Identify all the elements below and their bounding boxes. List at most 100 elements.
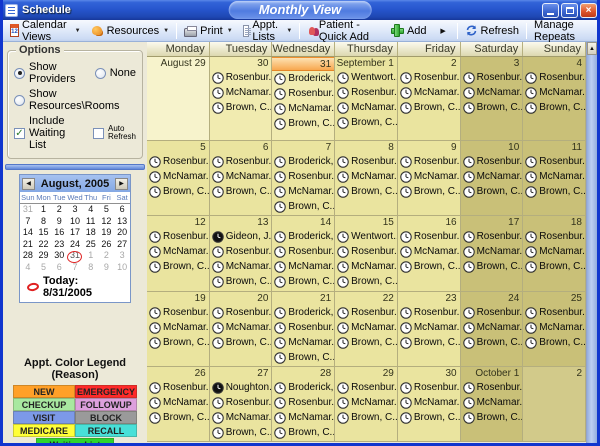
appointment[interactable]: McNamar... xyxy=(210,259,272,274)
appointment[interactable]: Broderick,... xyxy=(272,229,334,244)
appointment[interactable]: Rosenbur... xyxy=(272,169,334,184)
day-cell[interactable]: 25Rosenbur...McNamar...Brown, C... xyxy=(523,292,586,367)
appointment[interactable]: Rosenbur... xyxy=(335,244,397,259)
appointment[interactable]: McNamar... xyxy=(272,410,334,425)
appointment[interactable]: Rosenbur... xyxy=(272,395,334,410)
radio-show-providers[interactable]: Show Providers xyxy=(14,61,81,85)
mini-cal-day[interactable]: 18 xyxy=(83,227,99,239)
appointment[interactable]: Brown, C... xyxy=(272,274,334,289)
appointment[interactable]: Brown, C... xyxy=(335,115,397,130)
minimize-button[interactable] xyxy=(542,3,559,18)
mini-cal-day[interactable]: 3 xyxy=(114,250,130,262)
day-cell[interactable]: 7Broderick,...Rosenbur...McNamar...Brown… xyxy=(272,141,335,216)
appointment[interactable]: Rosenbur... xyxy=(335,380,397,395)
appointment[interactable]: Brown, C... xyxy=(272,425,334,440)
mini-cal-day[interactable]: 1 xyxy=(36,204,52,216)
mini-cal-day[interactable]: 13 xyxy=(114,216,130,228)
mini-cal-day[interactable]: 10 xyxy=(67,216,83,228)
appointment[interactable]: Rosenbur... xyxy=(461,305,523,320)
scroll-up-button[interactable]: ▲ xyxy=(587,42,597,55)
mini-cal-day[interactable]: 15 xyxy=(36,227,52,239)
appointment[interactable]: Rosenbur... xyxy=(398,70,460,85)
day-cell[interactable]: 12Rosenbur...McNamar...Brown, C... xyxy=(147,216,210,292)
appointment[interactable]: Wentwort... xyxy=(335,229,397,244)
mini-cal-day[interactable]: 27 xyxy=(114,239,130,251)
day-cell[interactable]: September 1Wentwort...Rosenbur...McNamar… xyxy=(335,57,398,141)
appointment[interactable]: Broderick,... xyxy=(272,380,334,395)
appointment[interactable]: McNamar... xyxy=(335,169,397,184)
appointment[interactable]: Broderick,... xyxy=(272,71,334,86)
appointment[interactable]: Rosenbur... xyxy=(272,86,334,101)
mini-cal-day[interactable]: 31 xyxy=(67,250,83,262)
refresh-button[interactable]: Refresh xyxy=(460,22,525,39)
appointment[interactable]: Brown, C... xyxy=(461,335,523,350)
day-cell[interactable]: 16Rosenbur...McNamar...Brown, C... xyxy=(398,216,461,292)
appointment[interactable]: McNamar... xyxy=(461,244,523,259)
day-cell[interactable]: 8Rosenbur...McNamar...Brown, C... xyxy=(335,141,398,216)
radio-show-resources-rooms[interactable]: Show Resources\Rooms xyxy=(14,88,136,112)
appointment[interactable]: Rosenbur... xyxy=(272,244,334,259)
calendar-views-button[interactable]: 12Calendar Views▼ xyxy=(5,17,86,45)
print-button[interactable]: Print▼ xyxy=(179,23,238,39)
appointment[interactable]: Rosenbur... xyxy=(147,380,209,395)
appointment[interactable]: McNamar... xyxy=(272,184,334,199)
appointment[interactable]: Rosenbur... xyxy=(147,154,209,169)
mini-cal-day[interactable]: 31 xyxy=(20,204,36,216)
manage-repeats-button[interactable]: Manage Repeats xyxy=(529,17,595,45)
mini-cal-day[interactable]: 9 xyxy=(51,216,67,228)
day-cell[interactable]: 9Rosenbur...McNamar...Brown, C... xyxy=(398,141,461,216)
appointment[interactable]: McNamar... xyxy=(335,259,397,274)
appointment[interactable]: Brown, C... xyxy=(335,274,397,289)
appointment[interactable]: Brown, C... xyxy=(461,410,523,425)
day-cell[interactable]: 20Rosenbur...McNamar...Brown, C... xyxy=(210,292,273,367)
mini-cal-day[interactable]: 4 xyxy=(83,204,99,216)
close-button[interactable]: × xyxy=(580,3,597,18)
appointment[interactable]: Brown, C... xyxy=(210,425,272,440)
appointment[interactable]: Rosenbur... xyxy=(398,305,460,320)
mini-cal-day[interactable]: 4 xyxy=(20,262,36,274)
day-cell[interactable]: 13Gideon, J...Rosenbur...McNamar...Brown… xyxy=(210,216,273,292)
mini-cal-day[interactable]: 22 xyxy=(36,239,52,251)
day-cell[interactable]: 21Broderick,...Rosenbur...McNamar...Brow… xyxy=(272,292,335,367)
day-cell[interactable]: 30Rosenbur...McNamar...Brown, C... xyxy=(398,367,461,442)
checkbox-include-waiting-list[interactable]: ✓Include Waiting List xyxy=(14,115,83,151)
day-cell[interactable]: August 29 xyxy=(147,57,210,141)
appointment[interactable]: Brown, C... xyxy=(210,100,272,115)
mini-cal-day[interactable]: 24 xyxy=(67,239,83,251)
appointment[interactable]: Rosenbur... xyxy=(210,70,272,85)
day-cell[interactable]: 30Rosenbur...McNamar...Brown, C... xyxy=(210,57,273,141)
next-month-button[interactable]: ▶ xyxy=(115,178,128,190)
appointment[interactable]: Brown, C... xyxy=(210,335,272,350)
appointment[interactable]: McNamar... xyxy=(210,85,272,100)
prev-month-button[interactable]: ◀ xyxy=(22,178,35,190)
mini-cal-day[interactable]: 5 xyxy=(99,204,115,216)
appointment[interactable]: Rosenbur... xyxy=(335,305,397,320)
appointment[interactable]: Rosenbur... xyxy=(461,154,523,169)
appointment[interactable]: Rosenbur... xyxy=(461,70,523,85)
appointment[interactable]: Rosenbur... xyxy=(210,244,272,259)
appointment[interactable]: Brown, C... xyxy=(523,100,585,115)
appointment[interactable]: Brown, C... xyxy=(147,335,209,350)
appointment[interactable]: Broderick,... xyxy=(272,154,334,169)
appointment[interactable]: Brown, C... xyxy=(335,410,397,425)
maximize-button[interactable] xyxy=(561,3,578,18)
day-cell[interactable]: 6Rosenbur...McNamar...Brown, C... xyxy=(210,141,273,216)
mini-cal-day[interactable]: 16 xyxy=(51,227,67,239)
day-cell[interactable]: 31Broderick,...Rosenbur...McNamar...Brow… xyxy=(272,57,335,141)
appointment[interactable]: Brown, C... xyxy=(398,100,460,115)
day-cell[interactable]: 19Rosenbur...McNamar...Brown, C... xyxy=(147,292,210,367)
mini-cal-day[interactable]: 25 xyxy=(83,239,99,251)
mini-cal-day[interactable]: 2 xyxy=(99,250,115,262)
appointment[interactable]: McNamar... xyxy=(398,395,460,410)
mini-cal-day[interactable]: 5 xyxy=(36,262,52,274)
mini-cal-day[interactable]: 23 xyxy=(51,239,67,251)
day-cell[interactable]: 29Rosenbur...McNamar...Brown, C... xyxy=(335,367,398,442)
appointment[interactable]: McNamar... xyxy=(272,335,334,350)
mini-cal-day[interactable]: 7 xyxy=(20,216,36,228)
appointment[interactable]: Rosenbur... xyxy=(461,229,523,244)
appointment[interactable]: Rosenbur... xyxy=(523,229,585,244)
appointment[interactable]: McNamar... xyxy=(398,85,460,100)
appointment[interactable]: Brown, C... xyxy=(272,116,334,131)
appointment[interactable]: Brown, C... xyxy=(523,335,585,350)
appointment[interactable]: Rosenbur... xyxy=(210,154,272,169)
